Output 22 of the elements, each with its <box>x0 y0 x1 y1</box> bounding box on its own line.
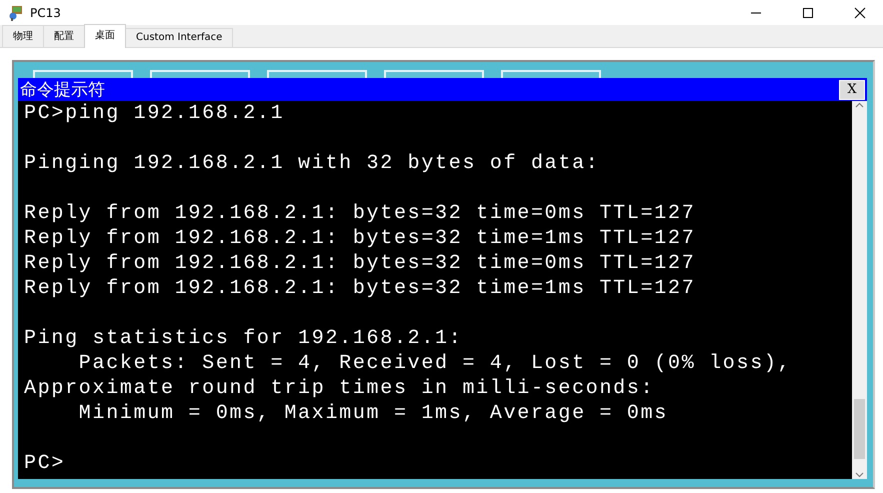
scrollbar[interactable] <box>852 101 867 479</box>
terminal-line: Reply from 192.168.2.1: bytes=32 time=1ms TTL=127 <box>24 226 696 251</box>
tab[interactable]: Custom Interface <box>125 28 234 47</box>
terminal-line: Reply from 192.168.2.1: bytes=32 time=0ms TTL=127 <box>24 251 696 276</box>
terminal-line: Approximate round trip times in milli-seconds: <box>24 376 654 401</box>
terminal-line: Ping statistics for 192.168.2.1: <box>24 326 462 351</box>
terminal-line: Reply from 192.168.2.1: bytes=32 time=0ms TTL=127 <box>24 201 696 226</box>
terminal-line: PC> <box>24 451 66 476</box>
terminal-line: Packets: Sent = 4, Received = 4, Lost = 0 (0% loss), <box>78 351 792 376</box>
close-button[interactable]: X <box>839 80 865 100</box>
terminal-line: Minimum = 0ms, Maximum = 1ms, Average = 0ms <box>78 401 668 426</box>
terminal-line: PC>ping 192.168.2.1 <box>24 101 284 126</box>
computer-icon <box>8 4 24 20</box>
scroll-thumb[interactable] <box>854 399 865 459</box>
window-title: PC13 <box>30 6 61 20</box>
prompt-title: 命令提示符 <box>19 79 106 101</box>
tab[interactable]: 物理 <box>2 25 44 47</box>
scroll-up-icon[interactable] <box>855 101 864 110</box>
terminal-line: Reply from 192.168.2.1: bytes=32 time=1ms TTL=127 <box>24 276 696 301</box>
tab[interactable]: 桌面 <box>84 24 126 48</box>
terminal-line: Pinging 192.168.2.1 with 32 bytes of data: <box>24 151 600 176</box>
scroll-down-icon[interactable] <box>855 470 864 479</box>
